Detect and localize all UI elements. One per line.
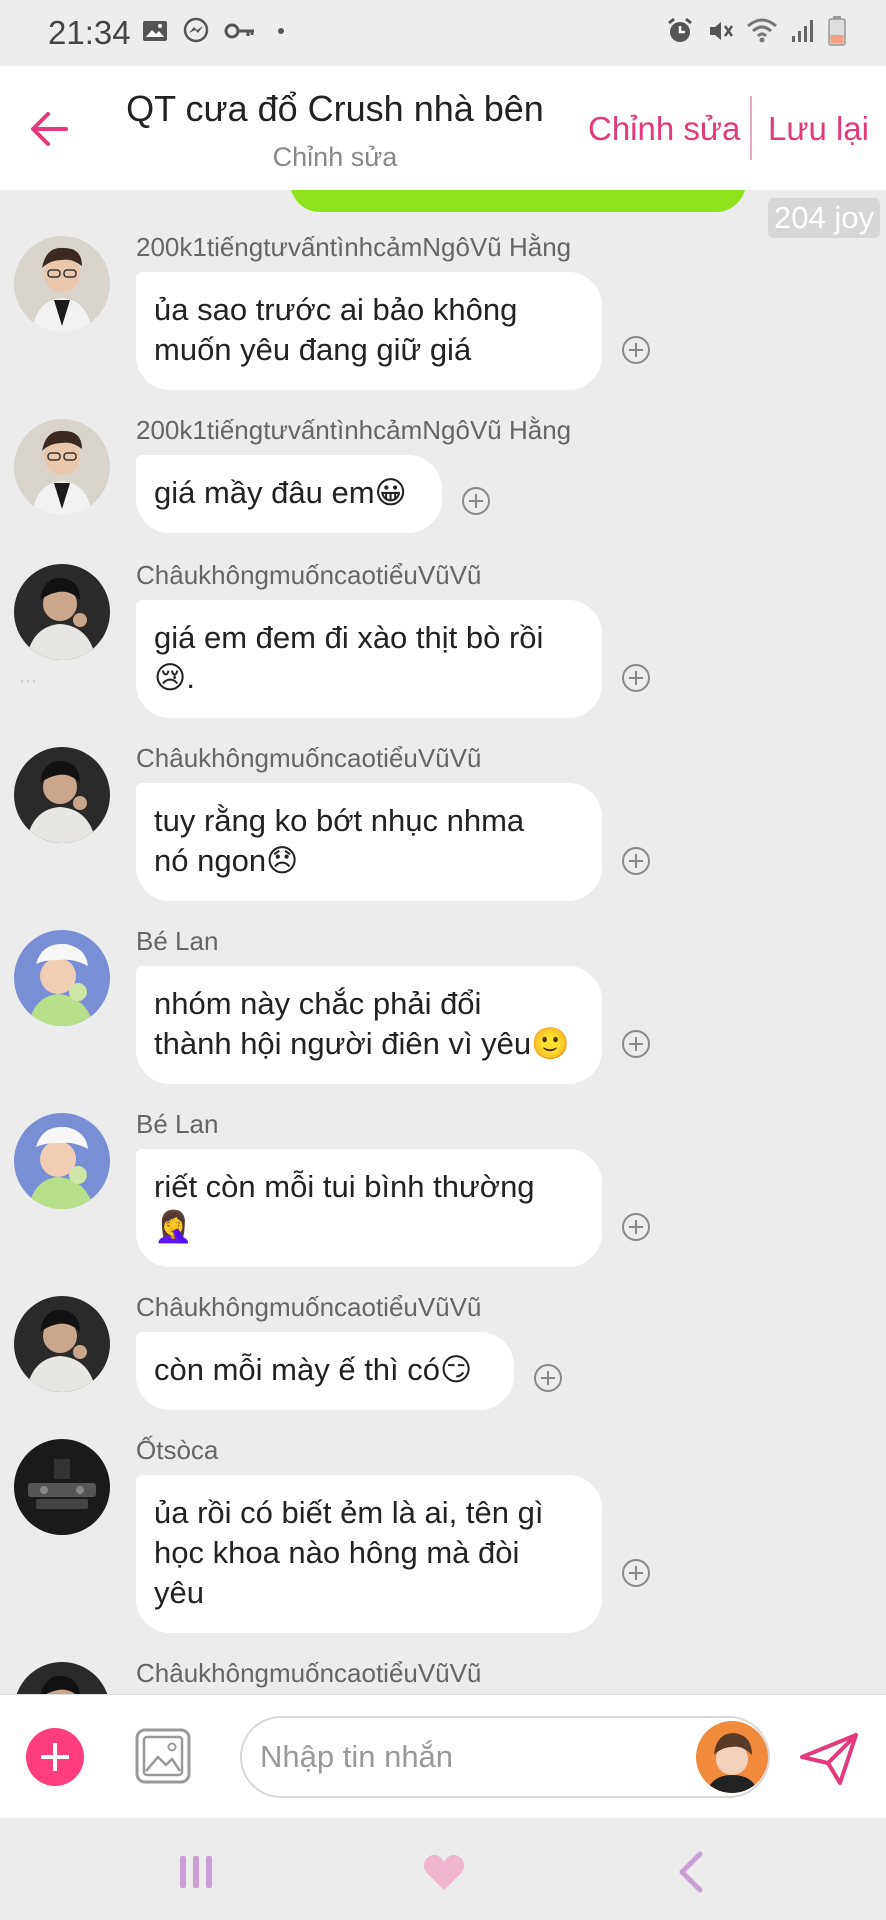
react-button[interactable] [622,1213,650,1241]
avatar[interactable] [14,1662,110,1694]
message-bubble[interactable]: nhóm này chắc phải đổi thành hội người đ… [136,966,602,1084]
sender-name: ChâukhôngmuốncaotiểuVũVũ [136,560,482,590]
alarm-icon [668,17,692,42]
status-time: 21:34 [48,14,131,51]
notification-dot [278,28,284,34]
react-button[interactable] [622,847,650,875]
avatar[interactable] [14,930,110,1026]
sender-name: ChâukhôngmuốncaotiểuVũVũ [136,1658,482,1688]
message-line: học khoa nào hông mà đòi [154,1535,520,1570]
message-line: còn mỗi mày ế thì có😏 [154,1352,473,1387]
message-bubble[interactable]: còn mỗi mày ế thì có😏 [136,1332,514,1410]
sender-name: ChâukhôngmuốncaotiểuVũVũ [136,1292,482,1322]
message-bubble[interactable]: ủa rồi có biết ẻm là ai, tên gì học khoa… [136,1475,602,1633]
message-bubble[interactable]: riết còn mỗi tui bình thường 🤦‍♀️ [136,1149,602,1267]
message-line: yêu [154,1575,204,1610]
key-icon [224,23,254,39]
message-line: tuy rằng ko bớt nhục nhma [154,803,525,838]
messenger-icon [183,17,209,43]
message-line: nó ngon😞 [154,843,299,878]
add-attachment-button[interactable] [26,1728,84,1786]
message-bubble[interactable]: giá em đem đi xào thịt bò rồi 😢. [136,600,602,718]
sender-name: Ốtsòca [136,1435,219,1465]
message-line: giá mầy đâu em😀 [154,475,407,510]
typing-indicator: ··· [20,672,37,688]
react-button[interactable] [622,664,650,692]
avatar[interactable] [14,236,110,332]
image-picker-icon[interactable] [134,1727,192,1785]
recent-apps-icon[interactable] [174,1848,222,1896]
avatar[interactable] [14,1296,110,1392]
message-bubble[interactable]: giá mầy đâu em😀 [136,455,442,533]
vibrate-icon [710,22,734,40]
status-bar: 21:34 [0,0,886,66]
message-line: ủa rồi có biết ẻm là ai, tên gì [154,1495,544,1530]
header-divider [750,96,752,160]
chat-title: QT cưa đổ Crush nhà bên [126,88,544,129]
avatar[interactable] [14,1439,110,1535]
avatar[interactable] [14,1113,110,1209]
message-line: giá em đem đi xào thịt bò rồi [154,620,544,655]
wifi-icon [747,18,777,43]
message-line: 😢. [154,660,195,695]
message-bubble[interactable]: tuy rằng ko bớt nhục nhma nó ngon😞 [136,783,602,901]
react-button[interactable] [622,336,650,364]
sticker-avatar[interactable] [696,1721,768,1793]
battery-icon [828,16,846,46]
message-line: muốn yêu đang giữ giá [154,332,472,367]
signal-icon [792,20,813,42]
avatar[interactable] [14,419,110,515]
sender-name: 200k1tiếngtưvấntìnhcảmNgôVũ Hằng [136,232,572,262]
message-line: ủa sao trước ai bảo không [154,292,518,327]
sender-name: ChâukhôngmuốncaotiểuVũVũ [136,743,482,773]
edit-button[interactable]: Chỉnh sửa [588,110,740,148]
chat-header: QT cưa đổ Crush nhà bên Chỉnh sửa Chỉnh … [0,66,886,190]
message-list[interactable]: 204 joy 200k1tiếngtưvấntìnhcảmNgôVũ Hằng… [0,190,886,1694]
message-line: nhóm này chắc phải đổi [154,986,482,1021]
sender-name: Bé Lan [136,926,219,956]
sender-name: 200k1tiếngtưvấntìnhcảmNgôVũ Hằng [136,415,572,445]
avatar[interactable] [14,747,110,843]
react-button[interactable] [462,487,490,515]
joy-badge: 204 joy [768,198,880,238]
own-message-bubble [290,190,746,212]
message-composer [0,1694,886,1819]
message-bubble[interactable]: ủa sao trước ai bảo không muốn yêu đang … [136,272,602,390]
message-input[interactable] [240,1716,770,1798]
message-line: riết còn mỗi tui bình thường [154,1169,535,1204]
message-line: thành hội người điên vì yêu🙂 [154,1026,570,1061]
message-line: 🤦‍♀️ [154,1209,193,1244]
send-icon[interactable] [798,1731,860,1787]
back-arrow-icon[interactable] [28,108,70,150]
home-heart-icon[interactable] [420,1848,468,1896]
sender-name: Bé Lan [136,1109,219,1139]
system-nav-bar [0,1818,886,1920]
chat-subtitle: Chỉnh sửa [272,142,398,172]
back-icon[interactable] [668,1848,716,1896]
save-button[interactable]: Lưu lại [768,110,869,148]
image-icon [143,21,167,41]
react-button[interactable] [534,1364,562,1392]
avatar[interactable] [14,564,110,660]
react-button[interactable] [622,1559,650,1587]
react-button[interactable] [622,1030,650,1058]
